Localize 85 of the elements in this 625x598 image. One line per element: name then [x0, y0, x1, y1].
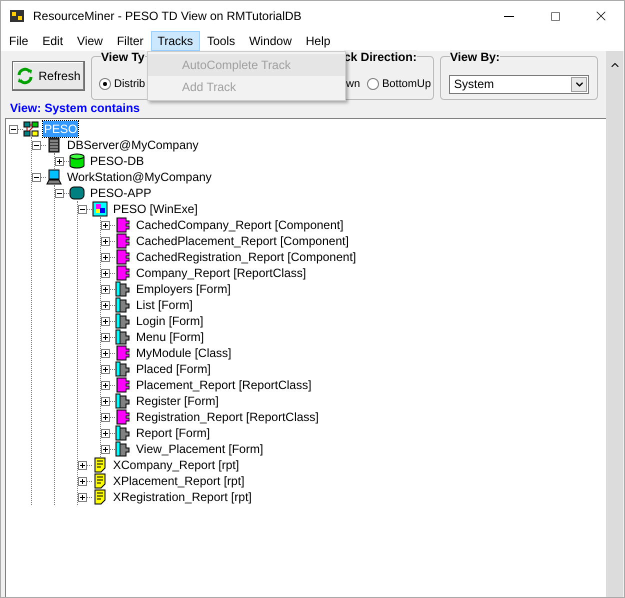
expand-toggle[interactable] — [101, 412, 110, 422]
tree-item[interactable]: Registration_Report [ReportClass] — [135, 409, 320, 425]
vertical-scrollbar[interactable] — [606, 51, 623, 597]
expand-toggle[interactable] — [78, 460, 87, 470]
tree-item[interactable]: WorkStation@MyCompany — [66, 169, 213, 185]
collapse-toggle[interactable] — [55, 188, 64, 198]
puzzle-piece-icon — [115, 249, 131, 265]
expand-toggle[interactable] — [101, 364, 110, 374]
tree-item[interactable]: Company_Report [ReportClass] — [135, 265, 308, 281]
report-icon — [92, 489, 108, 505]
expand-toggle[interactable] — [101, 268, 110, 278]
collapse-toggle[interactable] — [78, 204, 87, 214]
expand-toggle[interactable] — [101, 380, 110, 390]
tree-item[interactable]: DBServer@MyCompany — [66, 137, 200, 153]
network-icon — [23, 121, 39, 137]
report-icon — [92, 457, 108, 473]
tree-item[interactable]: CachedRegistration_Report [Component] — [135, 249, 358, 265]
expand-toggle[interactable] — [101, 284, 110, 294]
tree-item[interactable]: XPlacement_Report [rpt] — [112, 473, 246, 489]
view-by-select[interactable]: System — [449, 74, 589, 94]
collapse-toggle[interactable] — [32, 172, 41, 182]
expand-toggle[interactable] — [101, 252, 110, 262]
report-icon — [92, 473, 108, 489]
tree-item[interactable]: CachedCompany_Report [Component] — [135, 217, 344, 233]
puzzle-icon — [92, 201, 108, 217]
tree-item[interactable]: Report [Form] — [135, 425, 212, 441]
expand-toggle[interactable] — [101, 236, 110, 246]
expand-toggle[interactable] — [101, 428, 110, 438]
tree-item[interactable]: XRegistration_Report [rpt] — [112, 489, 253, 505]
refresh-button[interactable]: Refresh — [12, 61, 85, 91]
menu-item[interactable]: View — [70, 31, 110, 51]
puzzle-piece-icon — [115, 377, 131, 393]
collapse-toggle[interactable] — [9, 124, 18, 134]
radio-label: BottomUp — [382, 76, 431, 92]
tree-item[interactable]: Placement_Report [ReportClass] — [135, 377, 312, 393]
menu-item[interactable]: Edit — [35, 31, 70, 51]
expand-toggle[interactable] — [78, 492, 87, 502]
tree-item[interactable]: XCompany_Report [rpt] — [112, 457, 240, 473]
tree-item[interactable]: CachedPlacement_Report [Component] — [135, 233, 350, 249]
menu-item[interactable]: Tracks — [150, 31, 200, 51]
expand-toggle[interactable] — [101, 348, 110, 358]
radio-label: wn — [346, 76, 360, 92]
puzzle-piece-icon — [115, 345, 131, 361]
puzzle-piece-icon — [115, 217, 131, 233]
expand-toggle[interactable] — [101, 316, 110, 326]
radio-button[interactable] — [367, 78, 380, 90]
menu-item[interactable]: Filter — [110, 31, 150, 51]
server-icon — [46, 137, 62, 153]
radio-label: Distrib — [114, 76, 146, 92]
refresh-icon — [16, 67, 34, 85]
cylinder-icon — [69, 185, 85, 201]
expand-toggle[interactable] — [101, 220, 110, 230]
expand-toggle[interactable] — [101, 444, 110, 454]
puzzle-piece-icon — [115, 233, 131, 249]
view-heading: View: System contains — [10, 101, 140, 115]
puzzle-piece-icon — [115, 409, 131, 425]
menu-item[interactable]: Window — [242, 31, 299, 51]
group-label: View Ty — [101, 50, 145, 64]
menu-item[interactable]: Tools — [200, 31, 242, 51]
puzzle-piece-icon — [115, 265, 131, 281]
tree-item[interactable]: PESO [WinExe] — [112, 201, 199, 217]
expand-toggle[interactable] — [78, 476, 87, 486]
menu-item[interactable]: Help — [298, 31, 338, 51]
expand-toggle[interactable] — [101, 396, 110, 406]
tree-item[interactable]: Employers [Form] — [135, 281, 232, 297]
expand-toggle[interactable] — [55, 156, 64, 166]
tree-item[interactable]: MyModule [Class] — [135, 345, 232, 361]
tree-item[interactable]: Menu [Form] — [135, 329, 206, 345]
expand-toggle[interactable] — [101, 300, 110, 310]
tree-item[interactable]: List [Form] — [135, 297, 194, 313]
expand-toggle[interactable] — [101, 332, 110, 342]
menu-item[interactable]: File — [2, 31, 36, 51]
tree-item[interactable]: PESO-DB — [89, 153, 146, 169]
collapse-toggle[interactable] — [32, 140, 41, 150]
tree-item[interactable]: PESO-APP — [89, 185, 152, 201]
tree-item[interactable]: View_Placement [Form] — [135, 441, 264, 457]
maximize-icon — [550, 10, 560, 22]
tree-item[interactable]: Register [Form] — [135, 393, 220, 409]
radio-button[interactable] — [99, 78, 111, 90]
window-title: ResourceMiner - PESO TD View on RMTutorialDB — [33, 8, 302, 25]
database-icon — [69, 153, 85, 169]
group-label: View By: — [450, 50, 500, 64]
tree-item[interactable]: Placed [Form] — [135, 361, 212, 377]
tree-item[interactable]: Login [Form] — [135, 313, 204, 329]
app-icon — [9, 8, 25, 24]
